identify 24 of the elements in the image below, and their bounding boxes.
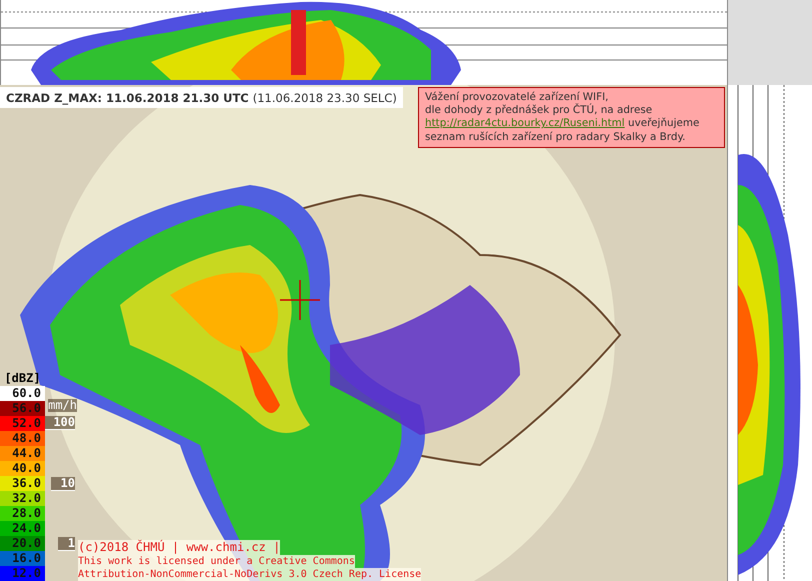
notice-link[interactable]: http://radar4ctu.bourky.cz/Ruseni.html <box>425 117 625 130</box>
legend-level: 20.0 <box>0 536 45 551</box>
legend-level: 48.0 <box>0 431 45 446</box>
legend-level: 12.0 <box>0 566 45 581</box>
copyright-text: (c)2018 ČHMÚ | www.chmi.cz | <box>78 540 280 555</box>
legend-level: 40.0 <box>0 461 45 476</box>
rain-rate-mark: 10 <box>50 477 75 491</box>
legend-level: 24.0 <box>0 521 45 536</box>
legend-level: 56.0 <box>0 401 45 416</box>
legend-level: 16.0 <box>0 551 45 566</box>
rain-rate-mark: 1 <box>58 537 75 551</box>
copyright-text: Attribution-NonCommercial-NoDerivs 3.0 Czech Rep. License <box>78 568 422 581</box>
legend-level: 36.0 <box>0 476 45 491</box>
rain-rate-unit: mm/h <box>48 399 77 412</box>
legend-level: 44.0 <box>0 446 45 461</box>
legend-level: 28.0 <box>0 506 45 521</box>
legend-level: 60.0 <box>0 386 45 401</box>
radar-product-title: CZRAD Z_MAX: 11.06.2018 21.30 UTC <box>6 90 249 104</box>
legend-unit: [dBZ] <box>3 370 42 386</box>
legend-level: 52.0 <box>0 416 45 431</box>
legend-level: 32.0 <box>0 491 45 506</box>
local-time-text: (11.06.2018 23.30 SELC) <box>252 90 397 104</box>
notice-text: Vážení provozovatelé zařízení WIFI, dle dohody z přednášek pro ČTÚ, na adrese http://radar4ctu.bourky.cz/Ruseni.html uveřejňujeme seznam rušících zařízení pro radary Skalky a Brdy. <box>418 87 725 148</box>
copyright-text: This work is licensed under a Creative Commons <box>78 555 355 568</box>
